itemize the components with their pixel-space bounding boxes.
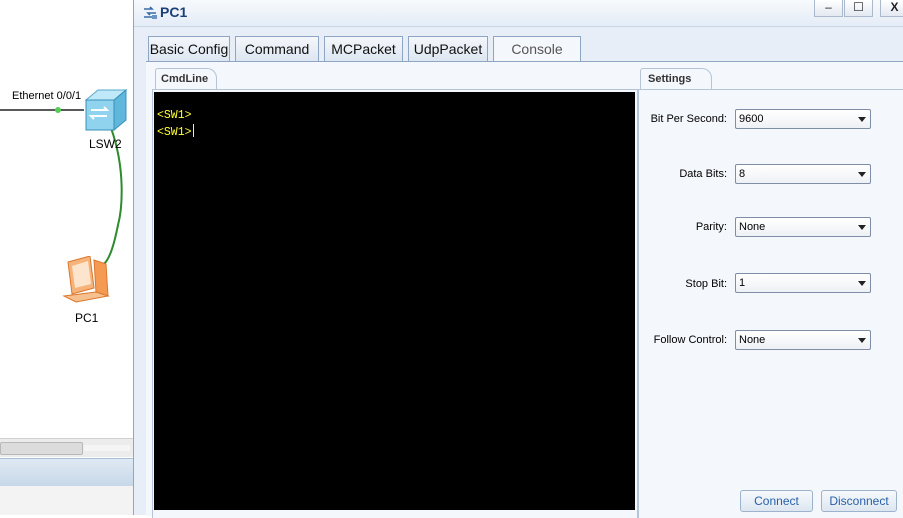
follow-control-value: None bbox=[739, 334, 766, 346]
pc-icon[interactable] bbox=[60, 256, 114, 306]
port-indicator bbox=[55, 107, 61, 113]
close-button[interactable]: X bbox=[880, 0, 903, 17]
title-bar[interactable]: PC1 – ☐ X bbox=[134, 0, 903, 27]
terminal-line: <SW1> bbox=[157, 109, 192, 122]
network-adapter-icon bbox=[144, 6, 157, 19]
cmdline-group-title: CmdLine bbox=[155, 68, 217, 90]
chevron-down-icon bbox=[858, 172, 866, 177]
pc1-window: PC1 – ☐ X Basic Config Command MCPacket … bbox=[133, 0, 903, 518]
terminal-line: <SW1> bbox=[157, 124, 635, 141]
disconnect-button[interactable]: Disconnect bbox=[821, 490, 897, 512]
minimize-button[interactable]: – bbox=[814, 0, 843, 17]
switch-icon[interactable] bbox=[82, 88, 128, 132]
window-title: PC1 bbox=[160, 4, 188, 20]
tab-udppacket[interactable]: UdpPacket bbox=[408, 36, 488, 61]
topology-canvas[interactable]: Ethernet 0/0/1 LSW2 PC1 bbox=[0, 0, 133, 515]
topology-links bbox=[0, 107, 123, 265]
tab-mcpacket[interactable]: MCPacket bbox=[324, 36, 403, 61]
parity-label: Parity: bbox=[695, 221, 727, 233]
bit-per-second-label: Bit Per Second: bbox=[650, 113, 727, 125]
status-strip bbox=[0, 486, 133, 515]
tab-command[interactable]: Command bbox=[235, 36, 319, 61]
connect-button[interactable]: Connect bbox=[740, 490, 813, 512]
status-bar bbox=[0, 458, 133, 488]
scrollbar-thumb[interactable] bbox=[0, 442, 83, 455]
tab-basic-config[interactable]: Basic Config bbox=[148, 36, 230, 61]
tab-console[interactable]: Console bbox=[493, 36, 581, 62]
chevron-down-icon bbox=[858, 338, 866, 343]
cmdline-group: <SW1> <SW1> bbox=[152, 89, 638, 518]
console-panel: CmdLine <SW1> <SW1> Settings Bit Per Sec… bbox=[146, 61, 903, 518]
follow-control-label: Follow Control: bbox=[653, 334, 727, 346]
switch-label: LSW2 bbox=[89, 137, 122, 151]
scrollbar-track[interactable] bbox=[84, 445, 130, 451]
chevron-down-icon bbox=[858, 117, 866, 122]
maximize-button[interactable]: ☐ bbox=[844, 0, 873, 17]
pc-label: PC1 bbox=[75, 311, 99, 325]
chevron-down-icon bbox=[858, 225, 866, 230]
bit-per-second-value: 9600 bbox=[739, 113, 764, 125]
terminal-prompt: <SW1> bbox=[157, 126, 192, 139]
parity-value: None bbox=[739, 221, 766, 233]
bit-per-second-select[interactable]: 9600 bbox=[735, 109, 871, 129]
data-bits-value: 8 bbox=[739, 168, 746, 180]
stop-bit-value: 1 bbox=[739, 277, 746, 289]
parity-select[interactable]: None bbox=[735, 217, 871, 237]
horizontal-scrollbar[interactable] bbox=[0, 438, 133, 457]
data-bits-select[interactable]: 8 bbox=[735, 164, 871, 184]
follow-control-select[interactable]: None bbox=[735, 330, 871, 350]
chevron-down-icon bbox=[858, 281, 866, 286]
settings-group: Bit Per Second: 9600 Data Bits: 8 Parity… bbox=[638, 89, 903, 518]
text-cursor bbox=[192, 124, 194, 137]
settings-group-title: Settings bbox=[640, 68, 712, 90]
interface-label: Ethernet 0/0/1 bbox=[12, 90, 82, 102]
stop-bit-label: Stop Bit: bbox=[685, 278, 727, 290]
terminal[interactable]: <SW1> <SW1> bbox=[154, 92, 635, 510]
data-bits-label: Data Bits: bbox=[679, 168, 727, 180]
stop-bit-select[interactable]: 1 bbox=[735, 273, 871, 293]
